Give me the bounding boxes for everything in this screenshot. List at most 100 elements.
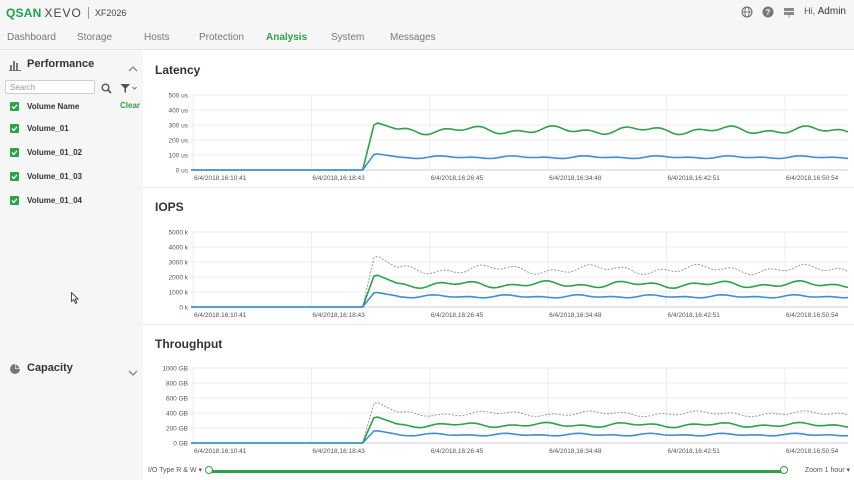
globe-icon[interactable] <box>741 5 753 18</box>
iops-title: IOPS <box>155 200 184 214</box>
y-tick-label: 500 us <box>168 93 188 100</box>
x-tick-label: 6/4/2018,16:10:41 <box>194 175 247 182</box>
x-tick-label: 6/4/2018,16:34:48 <box>549 175 602 182</box>
volume-item[interactable]: Volume_01 <box>10 123 140 135</box>
user-name[interactable]: Admin <box>818 6 846 17</box>
tab-messages[interactable]: Messages <box>390 32 436 43</box>
x-tick-label: 6/4/2018,16:34:48 <box>549 448 602 455</box>
x-tick-label: 6/4/2018,16:34:48 <box>549 312 602 319</box>
pie-chart-icon <box>9 362 21 374</box>
latency-title: Latency <box>155 63 201 77</box>
y-tick-label: 600 GB <box>166 396 188 403</box>
y-tick-label: 300 us <box>168 123 188 130</box>
help-icon[interactable]: ? <box>762 5 774 18</box>
analysis-main: Latency 500 us 400 us 300 us 200 us 100 us 0 … <box>143 51 854 480</box>
volume-search-input[interactable] <box>5 80 95 94</box>
panel-divider <box>143 187 854 188</box>
x-tick-label: 6/4/2018,16:26:45 <box>431 175 484 182</box>
series-line <box>191 122 849 171</box>
x-tick-label: 6/4/2018,16:10:41 <box>194 448 247 455</box>
tab-protection[interactable]: Protection <box>199 32 244 43</box>
series-line <box>191 416 849 444</box>
x-tick-label: 6/4/2018,16:50:54 <box>786 175 839 182</box>
logo-brand: QSAN <box>6 6 42 20</box>
series-line <box>191 429 849 444</box>
panel-divider <box>143 324 854 325</box>
latency-chart: 500 us 400 us 300 us 200 us 100 us 0 us 6/4/20… <box>168 93 849 182</box>
y-tick-label: 200 us <box>168 138 188 145</box>
y-tick-label: 0 k <box>179 305 188 312</box>
clear-selection-link[interactable]: Clear <box>120 101 140 110</box>
x-tick-label: 6/4/2018,16:18:43 <box>312 448 365 455</box>
x-tick-label: 6/4/2018,16:10:41 <box>194 312 247 319</box>
x-tick-label: 6/4/2018,16:42:51 <box>668 175 721 182</box>
time-range-bar: I/O Type R & W ▾ Zoom 1 hour ▾ <box>143 461 854 480</box>
y-tick-label: 1000 k <box>168 290 188 297</box>
volume-checkbox[interactable] <box>10 124 19 133</box>
svg-text:?: ? <box>766 8 771 17</box>
performance-title: Performance <box>27 58 95 70</box>
range-start-handle[interactable] <box>205 466 213 474</box>
series-line <box>191 274 849 308</box>
y-tick-label: 400 us <box>168 108 188 115</box>
volume-item[interactable]: Volume_01_03 <box>10 171 140 183</box>
y-tick-label: 100 us <box>168 153 188 160</box>
volume-label: Volume_01 <box>27 124 69 133</box>
x-tick-label: 6/4/2018,16:42:51 <box>668 312 721 319</box>
bar-chart-icon <box>9 58 21 71</box>
x-tick-label: 6/4/2018,16:26:45 <box>431 312 484 319</box>
chevron-up-icon[interactable] <box>128 60 138 72</box>
performance-section-header[interactable]: Performance <box>0 53 143 75</box>
tab-analysis[interactable]: Analysis <box>266 32 307 43</box>
main-nav: Dashboard Storage Hosts Protection Analy… <box>0 26 854 50</box>
y-tick-label: 1000 GB <box>162 366 188 373</box>
iops-chart: 5000 k 4000 k 3000 k 2000 k 1000 k 0 k 6/4/201… <box>168 230 849 319</box>
tab-hosts[interactable]: Hosts <box>144 32 170 43</box>
y-tick-label: 4000 k <box>168 245 188 252</box>
app-root: QSAN XEVO XF2026 ? Hi, Admin Dashboard S… <box>0 0 854 480</box>
x-tick-label: 6/4/2018,16:50:54 <box>786 448 839 455</box>
volume-checkbox[interactable] <box>10 148 19 157</box>
system-status-icon[interactable] <box>783 5 795 18</box>
top-actions: ? Hi, Admin <box>741 5 846 18</box>
x-tick-label: 6/4/2018,16:18:43 <box>312 312 365 319</box>
throughput-chart: 1000 GB 800 GB 600 GB 400 GB 200 GB 0 GB 6/4/2… <box>162 366 849 455</box>
y-tick-label: 400 GB <box>166 411 188 418</box>
tab-storage[interactable]: Storage <box>77 32 112 43</box>
y-tick-label: 2000 k <box>168 275 188 282</box>
select-all-checkbox[interactable] <box>10 102 19 111</box>
zoom-select[interactable]: Zoom 1 hour ▾ <box>805 466 850 474</box>
x-tick-label: 6/4/2018,16:26:45 <box>431 448 484 455</box>
user-greeting[interactable]: Hi, Admin <box>804 6 846 17</box>
top-bar: QSAN XEVO XF2026 ? Hi, Admin <box>0 0 854 26</box>
tab-dashboard[interactable]: Dashboard <box>7 32 56 43</box>
time-range-slider[interactable] <box>209 470 784 473</box>
logo: QSAN XEVO XF2026 <box>6 6 126 20</box>
x-tick-label: 6/4/2018,16:42:51 <box>668 448 721 455</box>
series-line <box>191 291 849 308</box>
sidebar: Performance Volume Name Clear Volume_01 <box>0 51 143 480</box>
search-icon[interactable] <box>101 81 112 94</box>
capacity-section-header[interactable]: Capacity <box>0 357 143 379</box>
chevron-down-icon[interactable] <box>128 364 138 376</box>
mouse-pointer-icon <box>71 291 79 304</box>
y-tick-label: 0 us <box>176 168 189 175</box>
range-end-handle[interactable] <box>780 466 788 474</box>
column-header-volume-name: Volume Name <box>27 102 80 111</box>
volume-label: Volume_01_04 <box>27 196 82 205</box>
volume-checkbox[interactable] <box>10 172 19 181</box>
logo-divider <box>87 7 89 19</box>
throughput-title: Throughput <box>155 337 223 351</box>
tab-system[interactable]: System <box>331 32 364 43</box>
capacity-title: Capacity <box>27 362 73 374</box>
io-type-select[interactable]: I/O Type R & W ▾ <box>148 466 202 474</box>
volume-item[interactable]: Volume_01_02 <box>10 147 140 159</box>
volume-checkbox[interactable] <box>10 196 19 205</box>
filter-icon[interactable] <box>120 81 138 93</box>
system-model: XF2026 <box>94 8 127 18</box>
volume-item[interactable]: Volume_01_04 <box>10 195 140 207</box>
y-tick-label: 5000 k <box>168 230 188 237</box>
y-tick-label: 0 GB <box>173 441 188 448</box>
volume-label: Volume_01_02 <box>27 148 82 157</box>
y-tick-label: 200 GB <box>166 426 188 433</box>
